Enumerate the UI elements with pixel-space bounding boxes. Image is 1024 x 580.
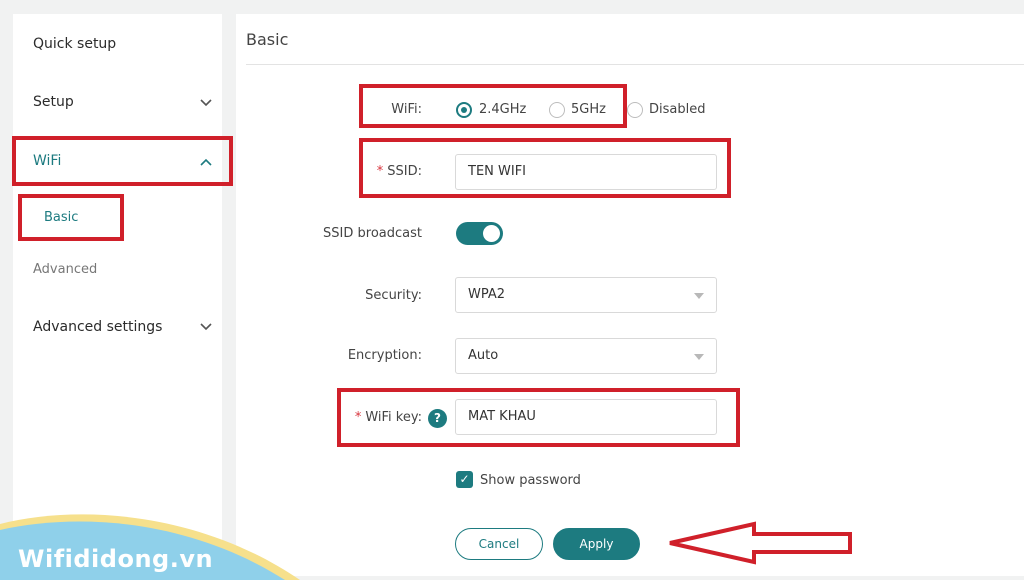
check-icon: ✓ xyxy=(459,472,470,486)
radio-disabled[interactable] xyxy=(627,102,643,118)
ssid-label: * SSID: xyxy=(350,164,422,179)
chevron-up-icon[interactable] xyxy=(198,154,214,170)
wifi-band-label: WiFi: xyxy=(391,102,422,117)
help-icon[interactable]: ? xyxy=(428,409,447,428)
sidebar-item-advanced[interactable]: Advanced xyxy=(33,262,97,277)
title-divider xyxy=(246,64,1024,65)
caret-down-icon xyxy=(694,293,704,299)
sidebar-item-setup[interactable]: Setup xyxy=(33,94,74,110)
sidebar-item-basic[interactable]: Basic xyxy=(44,210,78,225)
chevron-down-icon[interactable] xyxy=(198,95,214,111)
ssid-broadcast-toggle[interactable] xyxy=(456,222,503,245)
radio-2-4ghz[interactable] xyxy=(456,102,472,118)
security-label: Security: xyxy=(365,288,422,303)
wifi-key-label: * WiFi key: xyxy=(330,410,422,425)
ssid-broadcast-label: SSID broadcast xyxy=(323,226,422,241)
wifi-key-input[interactable]: MAT KHAU xyxy=(455,399,717,435)
sidebar-item-advanced-settings[interactable]: Advanced settings xyxy=(33,319,162,335)
watermark-logo: Wifididong.vn xyxy=(18,545,214,573)
ssid-label-text: SSID: xyxy=(387,164,422,179)
cancel-button[interactable]: Cancel xyxy=(455,528,543,560)
radio-2-4ghz-label[interactable]: 2.4GHz xyxy=(479,102,526,117)
show-password-checkbox[interactable]: ✓ xyxy=(456,471,473,488)
sidebar: Quick setup Setup WiFi Basic Advanced Ad… xyxy=(13,14,222,576)
security-select-value: WPA2 xyxy=(468,287,506,302)
sidebar-item-wifi[interactable]: WiFi xyxy=(33,153,61,169)
caret-down-icon xyxy=(694,354,704,360)
required-marker: * xyxy=(354,410,362,425)
radio-5ghz[interactable] xyxy=(549,102,565,118)
encryption-label: Encryption: xyxy=(347,348,422,363)
encryption-select[interactable]: Auto xyxy=(455,338,717,374)
wifi-key-label-text: WiFi key: xyxy=(365,410,422,425)
arrow-left-icon xyxy=(669,521,852,565)
page-title: Basic xyxy=(246,30,289,49)
show-password-label[interactable]: Show password xyxy=(480,473,581,488)
security-select[interactable]: WPA2 xyxy=(455,277,717,313)
ssid-input[interactable]: TEN WIFI xyxy=(455,154,717,190)
chevron-down-icon[interactable] xyxy=(198,319,214,335)
radio-5ghz-label[interactable]: 5GHz xyxy=(571,102,606,117)
required-marker: * xyxy=(376,164,384,179)
radio-disabled-label[interactable]: Disabled xyxy=(649,102,705,117)
apply-button[interactable]: Apply xyxy=(553,528,640,560)
encryption-select-value: Auto xyxy=(468,348,499,363)
toggle-knob xyxy=(483,225,500,242)
sidebar-item-quick-setup[interactable]: Quick setup xyxy=(33,36,116,52)
